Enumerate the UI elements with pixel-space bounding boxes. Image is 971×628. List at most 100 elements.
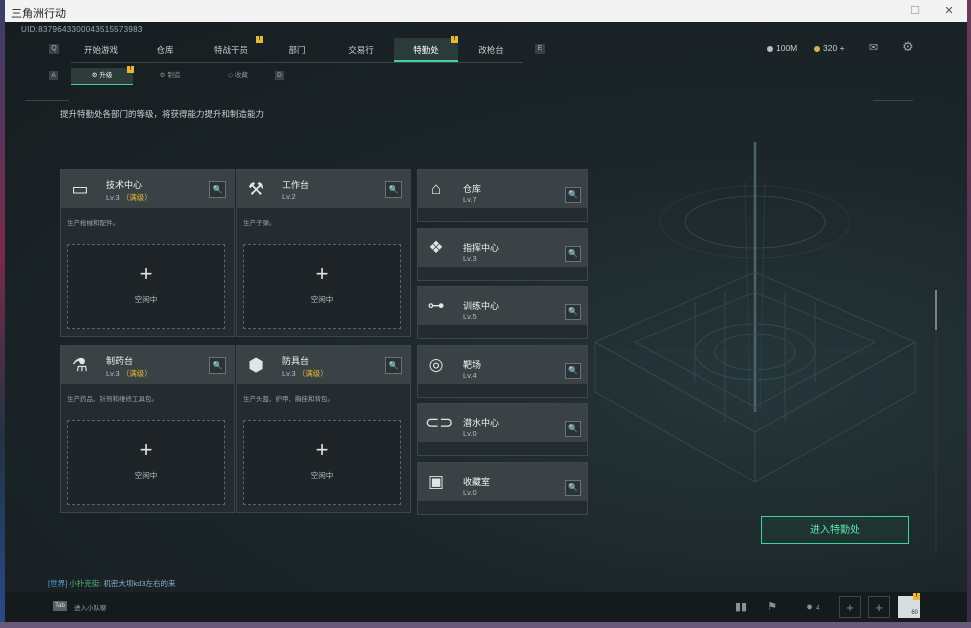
chat-user[interactable]: 小扑克街 [69,579,99,588]
craft-slot[interactable]: + 空闲中 [67,420,225,505]
department-card-training-center[interactable]: ⊶ 训练中心 Lv.5 🔍 [417,286,588,339]
inspect-search-icon[interactable]: 🔍 [565,480,581,496]
scroll-thumb[interactable] [935,290,937,330]
facility-name: 工作台 [282,180,310,190]
window-titlebar: 三角洲行动 ☐ ✕ [5,0,967,22]
department-card-command-center[interactable]: ❖ 指挥中心 Lv.3 🔍 [417,228,588,281]
plus-icon: + [315,261,329,286]
user-id: UID:8379643300043515573983 [21,25,143,34]
facility-card-armor-bench[interactable]: ⬢ 防具台 Lv.3 （满级） 🔍 生产头盔、护甲、胸挂和背包。 + 空闲中 [236,345,411,513]
inspect-search-icon[interactable]: 🔍 [565,304,581,320]
nav-prev-key[interactable]: Q [49,44,59,54]
currency-silver[interactable]: 100M [767,43,797,53]
department-level: Lv.0 [463,488,477,497]
max-level-tag: （满级） [121,369,152,378]
add-currency-button[interactable]: + [840,43,845,53]
close-button[interactable]: ✕ [941,3,957,19]
inspect-search-icon[interactable]: 🔍 [565,187,581,203]
facility-level: Lv.3 （满级） [106,369,152,378]
avatar-badge: ! [913,593,920,600]
tab-departments[interactable]: 部门 [267,38,327,62]
nav-next-key[interactable]: E [535,44,545,54]
slot-status: 空闲中 [310,295,334,304]
chat-message[interactable]: [世界] 小扑克街: 机密大坝kd3左右的来 [48,578,176,589]
gold-coin-icon [814,45,820,52]
slot-status: 空闲中 [310,471,334,480]
slot-status: 空闲中 [134,295,158,304]
tab-market[interactable]: 交易行 [331,38,391,62]
department-card-collection-room[interactable]: ▣ 收藏室 Lv.0 🔍 [417,462,588,515]
department-card-diving-center[interactable]: ⊂⊃ 潜水中心 Lv.0 🔍 [417,403,588,456]
invite-slot-1[interactable]: + [839,596,861,618]
dumbbell-icon: ⊶ [427,296,445,315]
operators-badge: ! [256,36,263,43]
inspect-search-icon[interactable]: 🔍 [565,246,581,262]
inspect-search-icon[interactable]: 🔍 [565,421,581,437]
inspect-search-icon[interactable]: 🔍 [385,181,402,198]
facility-description: 生产枪械和配件。 [67,220,119,227]
invite-slot-2[interactable]: + [868,596,890,618]
tab-key[interactable]: Tab [53,601,67,611]
maximize-button[interactable]: ☐ [907,3,923,19]
microscope-icon: ⚗ [71,355,89,375]
chat-channel: [世界] [48,579,68,588]
display-case-icon: ▣ [427,472,445,491]
enter-special-ops-button[interactable]: 进入特勤处 [761,516,909,544]
tab-start-game[interactable]: 开始游戏 [71,38,131,62]
facility-card-pharmacy[interactable]: ⚗ 制药台 Lv.3 （满级） 🔍 生产药品、针剂和维修工具包。 + 空闲中 [60,345,235,513]
department-name: 收藏室 [463,477,491,487]
plus-icon: + [315,437,329,462]
craft-slot[interactable]: + 空闲中 [243,420,401,505]
settings-gear-icon[interactable]: ⚙ [902,39,914,55]
divider-right [873,100,913,101]
flag-icon[interactable]: ⚑ [760,596,784,618]
subtab-craft[interactable]: ⚙ 制造 [139,68,201,84]
stats-chart-icon[interactable]: ▮▮ [729,596,753,618]
friends-icon: ● [806,601,813,613]
subtab-collection[interactable]: ◇ 收藏 [207,68,269,84]
page-description: 提升特勤处各部门的等级，将获得能力提升和制造能力 [60,109,265,119]
facility-card-tech-center[interactable]: ▭ 技术中心 Lv.3 （满级） 🔍 生产枪械和配件。 + 空闲中 [60,169,235,337]
craft-slot[interactable]: + 空闲中 [67,244,225,329]
max-level-tag: （满级） [121,193,152,202]
tab-gunsmith[interactable]: 改枪台 [461,38,521,62]
inspect-search-icon[interactable]: 🔍 [209,181,226,198]
diving-mask-icon: ⊂⊃ [425,413,454,432]
team-chat-hint[interactable]: 进入小队聊 [74,602,107,612]
department-card-shooting-range[interactable]: ◎ 靶场 Lv.4 🔍 [417,345,588,398]
tab-warehouse[interactable]: 仓库 [135,38,195,62]
divider-left [25,100,69,101]
chip-icon: ❖ [428,238,444,257]
subnav-next-key[interactable]: D [275,71,284,80]
department-card-warehouse[interactable]: ⌂ 仓库 Lv.7 🔍 [417,169,588,222]
subtab-upgrade[interactable]: ⚙ 升级 [71,68,133,85]
craft-slot[interactable]: + 空闲中 [243,244,401,329]
facility-name: 技术中心 [106,180,143,190]
mail-icon[interactable]: ✉ [869,41,878,54]
plus-icon: + [139,261,153,286]
game-viewport: UID:8379643300043515573983 Q E 开始游戏 仓库 特… [5,22,967,622]
tab-special-ops[interactable]: 特勤处 [394,38,458,62]
currency-gold[interactable]: 320 + [814,43,845,53]
department-name: 靶场 [463,360,482,370]
friends-button[interactable]: ● 4 [798,596,828,618]
subnav-prev-key[interactable]: A [49,71,58,80]
facility-name: 防具台 [282,356,310,366]
desktop-bottom-edge [0,622,971,628]
special-ops-badge: ! [451,36,458,43]
friends-count: 4 [815,605,820,612]
target-icon: ◎ [428,355,444,374]
computer-icon: ▭ [71,179,89,199]
upgrade-badge: ! [127,66,134,73]
inspect-search-icon[interactable]: 🔍 [565,363,581,379]
tab-operators[interactable]: 特战干员 [201,38,261,62]
department-name: 指挥中心 [463,243,500,253]
inspect-search-icon[interactable]: 🔍 [385,357,402,374]
department-level: Lv.0 [463,429,477,438]
facility-card-workbench[interactable]: ⚒ 工作台 Lv.2 🔍 生产子弹。 + 空闲中 [236,169,411,337]
department-name: 仓库 [463,184,482,194]
collection-icon: ◇ [228,72,234,79]
department-level: Lv.7 [463,195,477,204]
facility-name: 制药台 [106,356,134,366]
inspect-search-icon[interactable]: 🔍 [209,357,226,374]
